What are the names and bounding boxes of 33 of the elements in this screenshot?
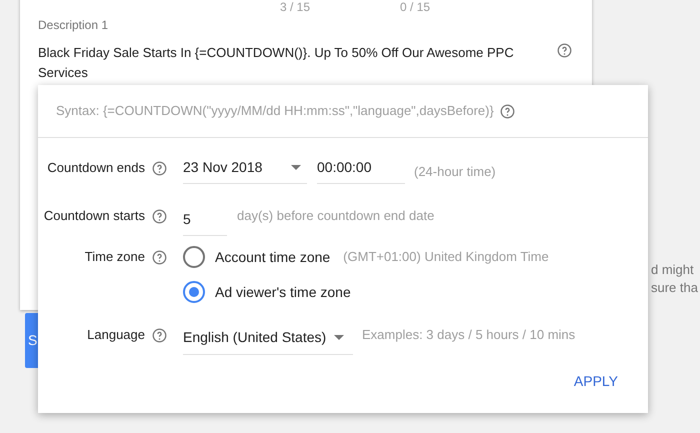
description-text[interactable]: Black Friday Sale Starts In {=COUNTDOWN()}. Up To 50% Off Our Awesome PPC Services	[38, 43, 543, 83]
radio-button[interactable]	[183, 281, 205, 303]
help-icon[interactable]	[152, 208, 167, 224]
hint-text: Examples: 3 days / 5 hours / 10 mins	[362, 326, 576, 344]
caret-icon	[291, 165, 301, 170]
body-text: d might	[651, 261, 694, 279]
time-input-field[interactable]: 00:00:00	[317, 152, 405, 184]
apply-button[interactable]: APPLY	[570, 367, 622, 396]
field-label: Description 1	[38, 17, 110, 34]
radio-label[interactable]: Account time zone	[215, 246, 330, 268]
help-icon[interactable]	[500, 104, 515, 118]
save-button[interactable]: S	[25, 313, 38, 368]
hint-text: (GMT+01:00) United Kingdom Time	[343, 248, 549, 266]
character-counter: 0 / 15	[400, 1, 430, 13]
help-icon[interactable]	[152, 250, 167, 264]
help-icon[interactable]	[152, 328, 167, 342]
help-icon[interactable]	[152, 160, 167, 176]
days-input-field[interactable]: 5	[183, 204, 227, 236]
body-text: sure tha	[651, 279, 698, 297]
character-counter: 3 / 15	[280, 1, 310, 13]
caret-icon	[334, 335, 344, 340]
syntax-text: Syntax: {=COUNTDOWN("yyyy/MM/dd HH:mm:ss","language",daysBefore)}	[56, 102, 494, 120]
help-icon[interactable]	[557, 43, 572, 58]
field-label: Time zone	[84, 248, 145, 266]
field-label: Countdown starts	[44, 207, 145, 226]
language-dropdown[interactable]: English (United States)	[183, 321, 353, 355]
radio-button[interactable]	[183, 246, 205, 268]
hint-text: day(s) before countdown end date	[237, 207, 434, 226]
field-label: Language	[87, 326, 145, 344]
radio-label[interactable]: Ad viewer's time zone	[215, 282, 351, 302]
field-label: Countdown ends	[47, 159, 145, 178]
date-dropdown[interactable]: 23 Nov 2018	[183, 152, 307, 184]
hint-text: (24-hour time)	[414, 163, 496, 182]
